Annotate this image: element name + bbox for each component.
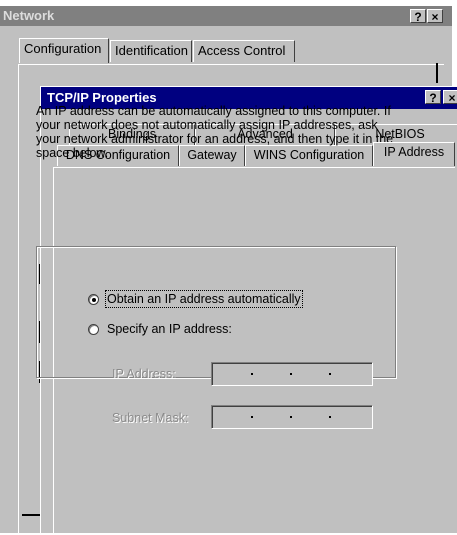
specify-ip-group xyxy=(36,246,396,378)
mask-octet-separator xyxy=(290,416,292,418)
tcpip-title: TCP/IP Properties xyxy=(47,90,157,105)
network-panel-marker xyxy=(22,514,40,516)
network-help-button[interactable]: ? xyxy=(410,9,426,24)
ip-description-text: An IP address can be automatically assig… xyxy=(36,104,394,160)
ip-address-label: IP Address: xyxy=(112,367,176,381)
tcpip-close-button[interactable]: × xyxy=(443,90,457,105)
subnet-mask-label: Subnet Mask: xyxy=(112,411,189,425)
tcpip-help-button[interactable]: ? xyxy=(425,90,441,105)
subnet-mask-input[interactable] xyxy=(211,405,373,429)
ip-address-input[interactable] xyxy=(211,362,373,386)
network-title-bar[interactable]: Network ? × xyxy=(0,6,452,26)
network-close-button[interactable]: × xyxy=(427,9,443,24)
tab-identification[interactable]: Identification xyxy=(110,40,192,62)
network-panel-edge xyxy=(436,63,438,83)
ip-octet-separator xyxy=(290,373,292,375)
mask-octet-separator xyxy=(329,416,331,418)
tab-access-control[interactable]: Access Control xyxy=(193,40,295,62)
tab-ip-address[interactable]: IP Address xyxy=(373,142,455,166)
mask-octet-separator xyxy=(251,416,253,418)
specify-ip-label: Specify an IP address: xyxy=(107,322,232,336)
tab-configuration[interactable]: Configuration xyxy=(19,38,109,63)
network-title: Network xyxy=(3,8,55,23)
ip-octet-separator xyxy=(251,373,253,375)
specify-ip-radio[interactable] xyxy=(88,324,99,335)
specify-ip-option[interactable]: Specify an IP address: xyxy=(86,322,246,338)
ip-octet-separator xyxy=(329,373,331,375)
